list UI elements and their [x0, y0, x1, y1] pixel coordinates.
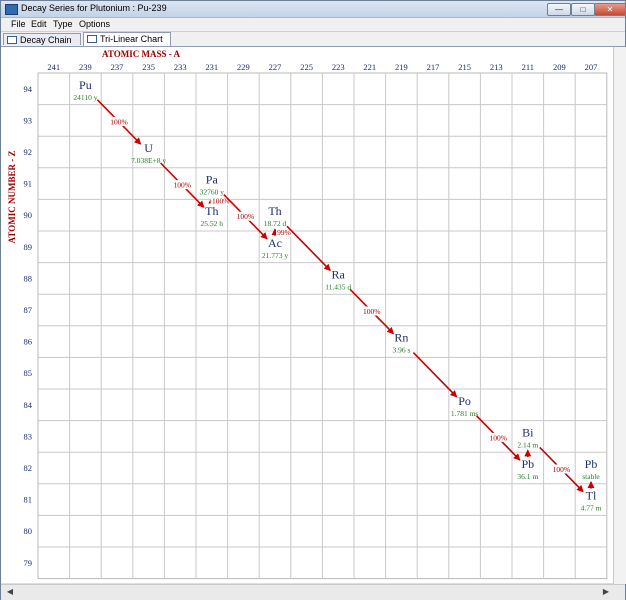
branch-percent: 100% [237, 212, 255, 221]
x-tick-label: 237 [111, 62, 124, 72]
x-tick-label: 225 [300, 62, 313, 72]
nuclide-half-life: 3.96 s [392, 346, 410, 355]
vertical-scrollbar[interactable] [613, 47, 626, 584]
nuclide-half-life: 18.72 d [264, 219, 287, 228]
x-tick-label: 233 [174, 62, 187, 72]
menu-file[interactable]: File [11, 18, 26, 31]
window-title: Decay Series for Plutonium : Pu-239 [21, 3, 167, 13]
chart-canvas: ATOMIC MASS - A ATOMIC NUMBER - Z 241 239… [7, 49, 608, 580]
x-tick-label: 221 [363, 62, 376, 72]
nuclide-half-life: 25.52 h [201, 219, 224, 228]
nuclide-symbol: Po [458, 394, 471, 408]
x-tick-label: 223 [332, 62, 345, 72]
title-bar[interactable]: Decay Series for Plutonium : Pu-239 — □ … [1, 1, 626, 18]
tab-bar: Decay Chain Tri-Linear Chart [1, 32, 625, 47]
branch-percent: 100% [110, 117, 128, 126]
nuclide-half-life: stable [582, 472, 600, 481]
branch-percent: 100% [489, 433, 507, 442]
maximize-button[interactable]: □ [571, 3, 595, 16]
branch-percent: 100% [173, 181, 191, 190]
nuclide-half-life: 7.038E+8 y [131, 156, 166, 165]
x-tick-label: 207 [585, 62, 598, 72]
app-icon [5, 4, 18, 15]
x-tick-label: 241 [47, 62, 60, 72]
close-button[interactable]: ✕ [594, 3, 626, 16]
nuclide-symbol: Pb [585, 457, 598, 471]
branch-percent: 100% [553, 465, 571, 474]
x-tick-label: 219 [395, 62, 408, 72]
y-tick-label: 83 [24, 431, 33, 441]
menu-type[interactable]: Type [53, 18, 73, 31]
tab-label: Tri-Linear Chart [100, 34, 163, 44]
x-tick-label: 215 [458, 62, 471, 72]
nuclide-symbol: Rn [394, 331, 408, 345]
x-tick-label: 235 [142, 62, 155, 72]
nuclide-symbol: Pu [79, 78, 92, 92]
y-tick-label: 84 [24, 400, 33, 410]
nuclide-symbol: Ac [268, 236, 282, 250]
nuclide-symbol: Pa [206, 173, 219, 187]
menu-options[interactable]: Options [79, 18, 110, 31]
x-tick-label: 217 [427, 62, 440, 72]
tab-label: Decay Chain [20, 35, 72, 45]
y-tick-label: 80 [24, 526, 33, 536]
y-tick-label: 87 [24, 305, 33, 315]
y-tick-label: 93 [24, 115, 33, 125]
maximize-icon: □ [580, 5, 586, 14]
y-axis-title: ATOMIC NUMBER - Z [7, 151, 17, 244]
nuclide-symbol: Pb [521, 457, 534, 471]
y-tick-label: 92 [24, 147, 33, 157]
nuclide-half-life: 1.781 ms [451, 409, 479, 418]
nuclide-half-life: 11.435 d [325, 282, 351, 291]
nuclide-symbol: Th [205, 204, 218, 218]
nuclide-half-life: 32760 y [200, 188, 225, 197]
nuclide-symbol: U [144, 141, 153, 155]
chart-icon [87, 35, 97, 43]
nuclide-half-life: 4.77 m [581, 504, 602, 513]
y-tick-label: 90 [24, 210, 33, 220]
x-tick-label: 239 [79, 62, 92, 72]
nuclide-half-life: 21.773 y [262, 251, 289, 260]
x-tick-label: 211 [522, 62, 534, 72]
x-tick-label: 231 [205, 62, 218, 72]
y-tick-label: 79 [24, 558, 33, 568]
minimize-icon: — [555, 5, 563, 14]
branch-percent: 100% [363, 307, 381, 316]
y-tick-label: 94 [24, 84, 33, 94]
menu-bar: File Edit Type Options [1, 18, 625, 32]
x-tick-label: 209 [553, 62, 566, 72]
tri-linear-chart: ATOMIC MASS - A ATOMIC NUMBER - Z 241 239… [1, 47, 625, 583]
horizontal-scrollbar[interactable]: ◀ ▶ [1, 584, 625, 600]
tab-decay-chain[interactable]: Decay Chain [3, 33, 81, 45]
close-icon: ✕ [606, 5, 614, 14]
y-tick-label: 91 [24, 179, 33, 189]
minimize-button[interactable]: — [547, 3, 571, 16]
y-tick-label: 85 [24, 368, 33, 378]
y-tick-label: 89 [24, 242, 33, 252]
chain-icon [7, 36, 17, 44]
menu-edit[interactable]: Edit [31, 18, 47, 31]
y-tick-label: 81 [24, 495, 33, 505]
x-tick-label: 227 [269, 62, 282, 72]
scroll-left-icon[interactable]: ◀ [5, 587, 15, 597]
nuclide-symbol: Tl [586, 489, 597, 503]
scroll-right-icon[interactable]: ▶ [601, 587, 611, 597]
x-axis-title: ATOMIC MASS - A [102, 49, 180, 59]
x-tick-label: 229 [237, 62, 250, 72]
y-tick-label: 88 [24, 273, 33, 283]
y-tick-label: 86 [24, 337, 33, 347]
tab-tri-linear-chart[interactable]: Tri-Linear Chart [83, 32, 171, 46]
y-tick-label: 82 [24, 463, 33, 473]
nuclide-symbol: Th [268, 204, 281, 218]
nuclide-symbol: Ra [332, 267, 346, 281]
nuclide-half-life: 24110 y [73, 93, 97, 102]
x-tick-label: 213 [490, 62, 503, 72]
nuclide-half-life: 36.1 m [517, 472, 538, 481]
nuclide-symbol: Bi [522, 425, 534, 439]
nuclide-half-life: 2.14 m [517, 440, 538, 449]
app-window: Decay Series for Plutonium : Pu-239 — □ … [0, 0, 626, 600]
